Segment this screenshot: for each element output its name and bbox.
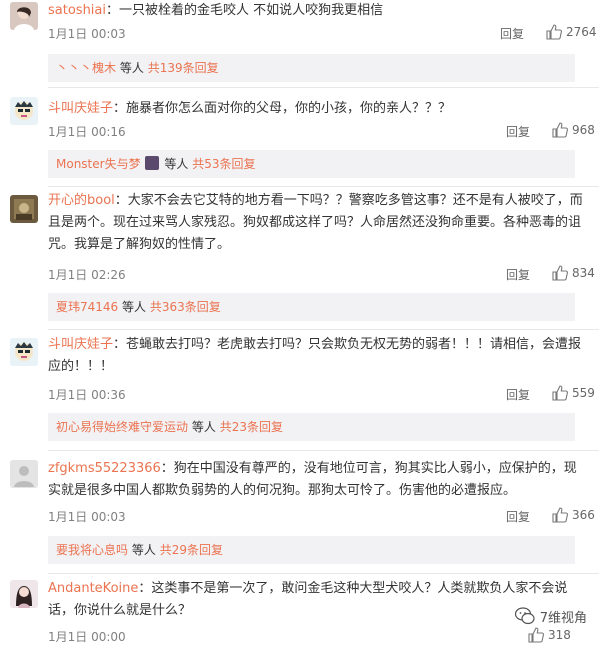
like-button[interactable]: 968	[552, 121, 595, 139]
comment-username[interactable]: 斗叫庆娃子	[48, 337, 113, 352]
reply-button[interactable]: 回复	[506, 123, 530, 140]
comment-text: 开心的bool：大家不会去它艾特的地方看一下吗？？警察吃多管这事？还不是有人被咬…	[48, 190, 587, 256]
like-button[interactable]: 559	[552, 384, 595, 402]
comment-meta: 1月1日 00:00 318	[48, 626, 587, 646]
sub-reply-total[interactable]: 共139条回复	[148, 61, 219, 75]
comment-meta: 1月1日 02:26 回复 834	[48, 265, 595, 284]
comment-time: 1月1日 02:26	[48, 268, 126, 282]
sub-reply-users[interactable]: 夏玮74146	[56, 300, 118, 314]
thumbs-up-icon	[552, 385, 568, 401]
watermark-text: 7维视角	[539, 610, 587, 626]
like-button[interactable]: 318	[528, 626, 571, 644]
divider	[48, 329, 599, 330]
wechat-logo-icon	[514, 607, 535, 625]
thumbs-up-icon	[546, 24, 562, 40]
sub-reply-users[interactable]: Monster失与梦	[56, 157, 141, 171]
comment-text: zfgkms55223366：狗在中国没有尊严的，没有地位可言，狗其实比人弱小，…	[48, 458, 587, 502]
sub-reply-total[interactable]: 共53条回复	[192, 157, 255, 171]
sub-reply-summary[interactable]: Monster失与梦 等人 共53条回复	[48, 150, 575, 178]
comment-meta: 1月1日 00:16 回复 968	[48, 122, 595, 141]
comment-text: 斗叫庆娃子：施暴者你怎么面对你的父母，你的小孩，你的亲人？？？	[48, 98, 587, 119]
avatar[interactable]	[10, 2, 38, 30]
sub-reply-total[interactable]: 共23条回复	[220, 420, 283, 434]
sub-reply-users[interactable]: 初心易得始终难守爱运动	[56, 420, 188, 434]
sub-reply-summary[interactable]: 初心易得始终难守爱运动 等人 共23条回复	[48, 413, 575, 441]
avatar[interactable]	[10, 195, 38, 223]
thumbs-up-icon	[552, 122, 568, 138]
comment-text: satoshiai：一只被栓着的金毛咬人 不如说人咬狗我更相信	[48, 0, 587, 21]
comment-time: 1月1日 00:00	[48, 630, 126, 644]
thumbs-up-icon	[552, 507, 568, 523]
comment-body: ：施暴者你怎么面对你的父母，你的小孩，你的亲人？？？	[113, 101, 452, 116]
sub-reply-total[interactable]: 共363条回复	[150, 300, 221, 314]
like-button[interactable]: 366	[552, 506, 595, 524]
comment-username[interactable]: zfgkms55223366	[48, 461, 161, 476]
comment-meta: 1月1日 00:03 回复 366	[48, 507, 595, 526]
emoji-icon	[144, 156, 159, 170]
comment-meta: 1月1日 00:36 回复 559	[48, 385, 595, 404]
comment-time: 1月1日 00:03	[48, 510, 126, 524]
sub-reply-etal: 等人	[191, 420, 216, 434]
like-count: 366	[572, 508, 595, 522]
sub-reply-total[interactable]: 共29条回复	[160, 543, 223, 557]
reply-button[interactable]: 回复	[506, 266, 530, 283]
thumbs-up-icon	[552, 265, 568, 281]
comment-time: 1月1日 00:36	[48, 388, 126, 402]
like-count: 318	[548, 628, 571, 642]
reply-button[interactable]: 回复	[506, 508, 530, 525]
comment-body: ：苍蝇敢去打吗？老虎敢去打吗？只会欺负无权无势的弱者！！！请相信，会遭报应的！！…	[48, 337, 582, 374]
comment-username[interactable]: 开心的bool	[48, 193, 115, 208]
divider	[48, 186, 599, 187]
divider	[48, 450, 599, 451]
comment-body: ：一只被栓着的金毛咬人 不如说人咬狗我更相信	[106, 3, 384, 18]
like-count: 559	[572, 386, 595, 400]
avatar[interactable]	[10, 97, 38, 125]
comment-username[interactable]: AndanteKoine	[48, 581, 138, 596]
sub-reply-summary[interactable]: 夏玮74146 等人 共363条回复	[48, 293, 575, 321]
like-button[interactable]: 834	[552, 264, 595, 282]
comment-username[interactable]: satoshiai	[48, 3, 106, 18]
sub-reply-etal: 等人	[131, 543, 156, 557]
like-count: 968	[572, 123, 595, 137]
sub-reply-summary[interactable]: 丶丶丶槐木 等人 共139条回复	[48, 54, 575, 82]
avatar[interactable]	[10, 580, 38, 608]
watermark: 7维视角	[514, 605, 587, 627]
comment-text: AndanteKoine：这类事不是第一次了，敢问金毛这种大型犬咬人？人类就欺负…	[48, 578, 587, 622]
divider	[48, 573, 599, 574]
avatar[interactable]	[10, 460, 38, 488]
sub-reply-users[interactable]: 要我将心息吗	[56, 543, 128, 557]
comment-body: ：大家不会去它艾特的地方看一下吗？？警察吃多管这事？还不是有人被咬了，而且是两个…	[48, 193, 583, 252]
sub-reply-etal: 等人	[122, 300, 147, 314]
reply-button[interactable]: 回复	[500, 25, 524, 42]
comment-username[interactable]: 斗叫庆娃子	[48, 101, 113, 116]
divider	[48, 87, 599, 88]
comment-time: 1月1日 00:03	[48, 27, 126, 41]
like-count: 2764	[566, 25, 597, 39]
sub-reply-summary[interactable]: 要我将心息吗 等人 共29条回复	[48, 536, 575, 564]
comment-time: 1月1日 00:16	[48, 125, 126, 139]
reply-button[interactable]: 回复	[506, 386, 530, 403]
sub-reply-etal: 等人	[164, 157, 189, 171]
comment-text: 斗叫庆娃子：苍蝇敢去打吗？老虎敢去打吗？只会欺负无权无势的弱者！！！请相信，会遭…	[48, 334, 587, 378]
like-count: 834	[572, 266, 595, 280]
sub-reply-etal: 等人	[119, 61, 144, 75]
like-button[interactable]: 2764	[546, 23, 597, 41]
sub-reply-users[interactable]: 丶丶丶槐木	[56, 61, 116, 75]
comment-meta: 1月1日 00:03 回复 2764	[48, 24, 597, 43]
avatar[interactable]	[10, 338, 38, 366]
